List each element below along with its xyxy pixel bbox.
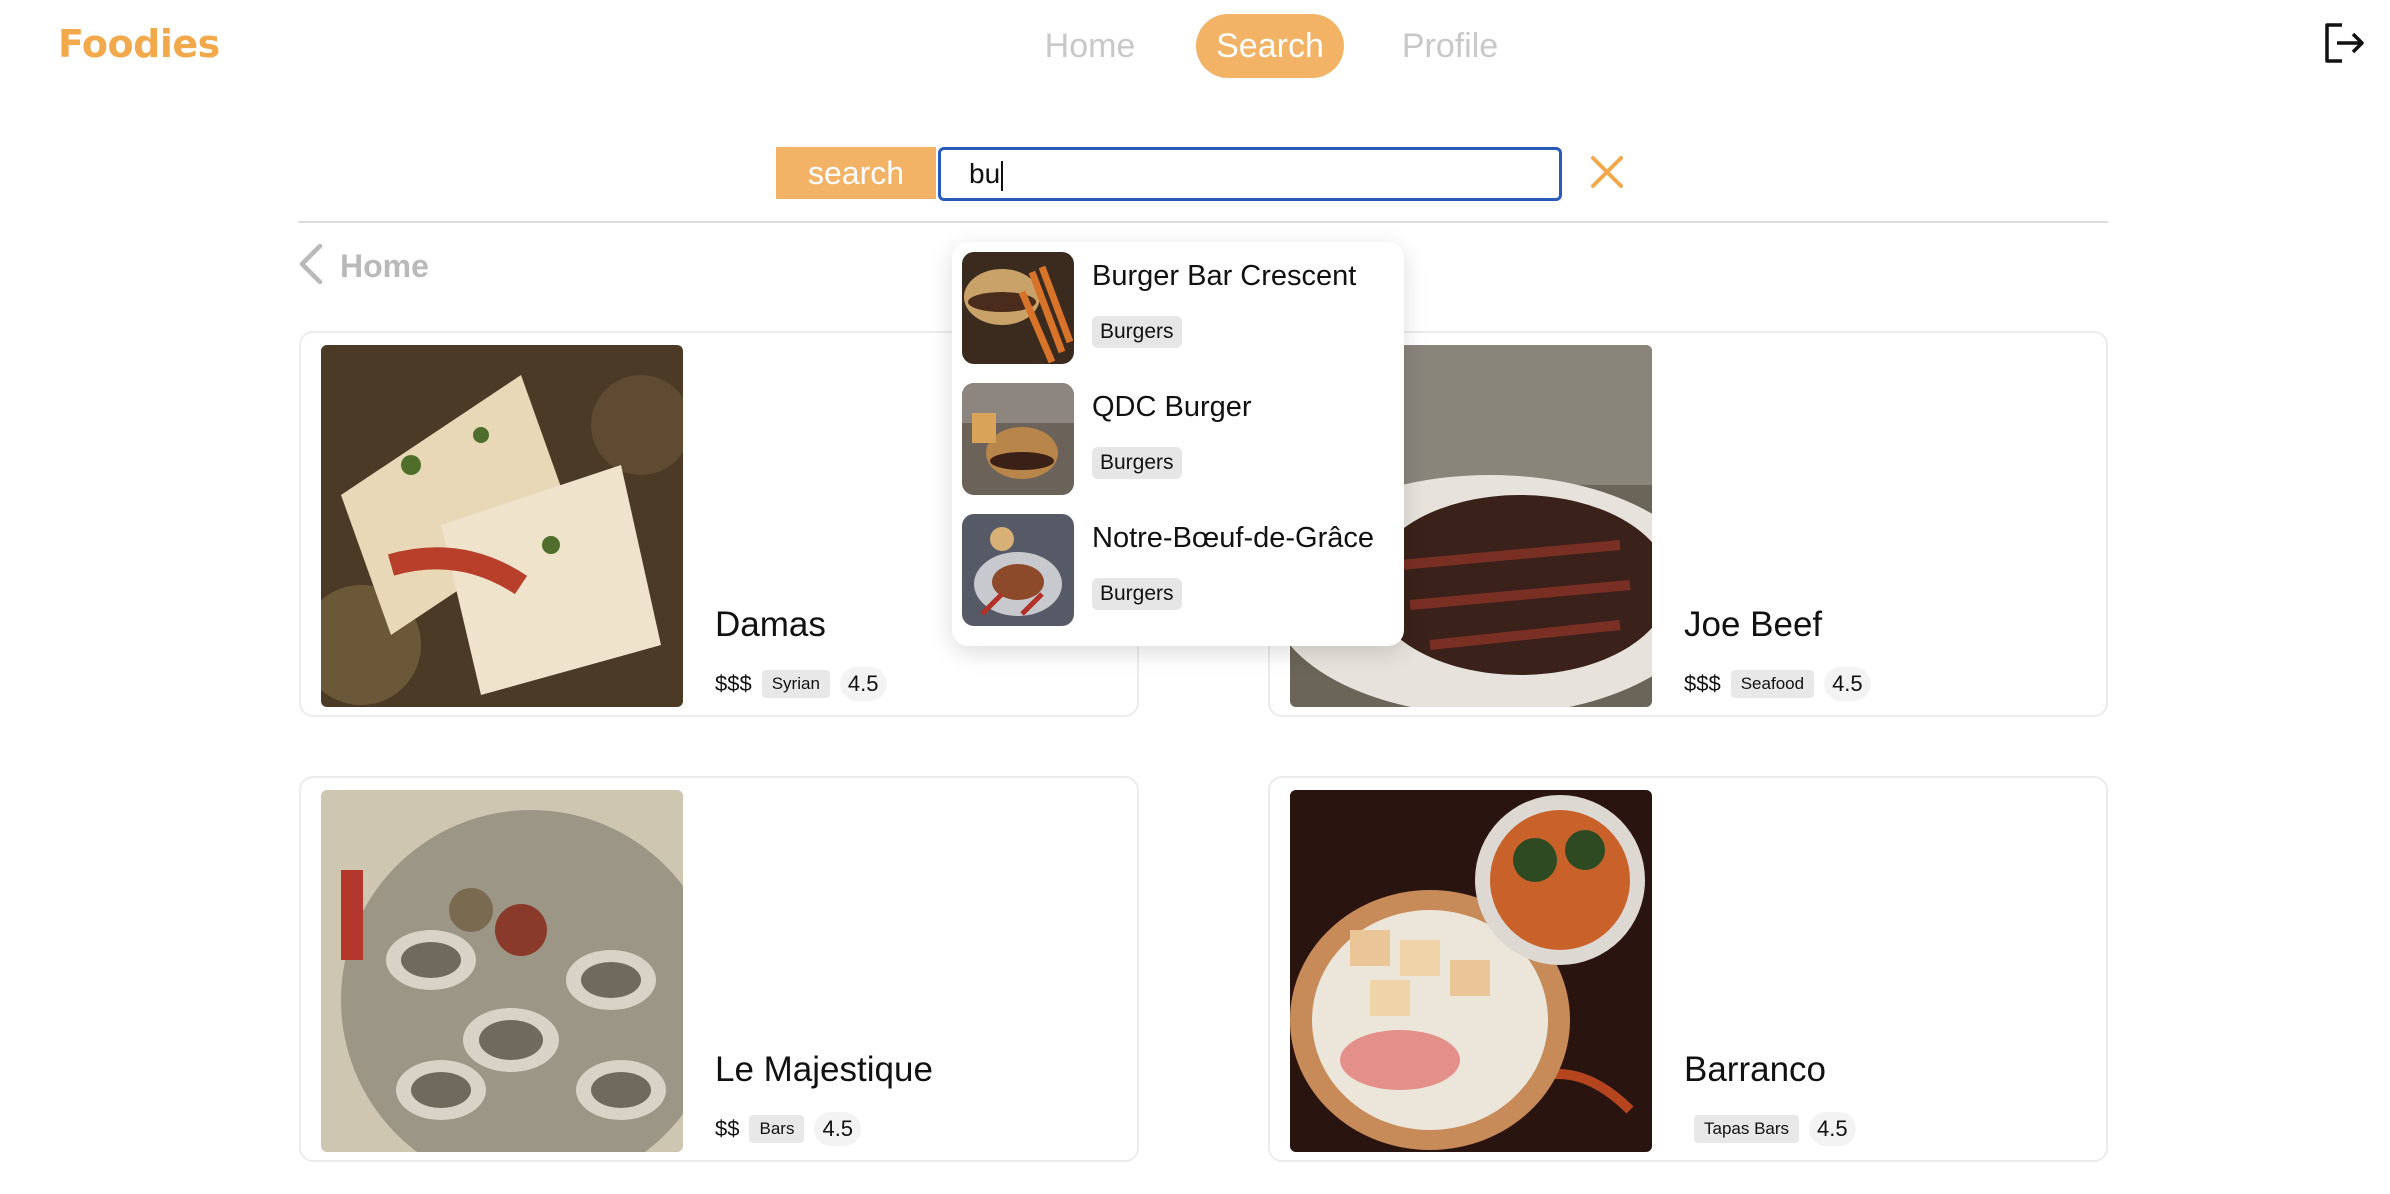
suggestion-name: Burger Bar Crescent xyxy=(1092,260,1357,292)
rating-badge: 4.5 xyxy=(1809,1112,1856,1146)
rating-badge: 4.5 xyxy=(1824,667,1871,701)
restaurant-name: Damas xyxy=(715,605,826,644)
search-button[interactable]: search xyxy=(776,147,936,199)
category-tag: Bars xyxy=(749,1115,805,1143)
category-tag: Syrian xyxy=(761,670,830,698)
suggestion-name: QDC Burger xyxy=(1092,391,1252,423)
restaurant-meta: Tapas Bars 4.5 xyxy=(1694,1112,1856,1146)
nav-home[interactable]: Home xyxy=(1010,14,1170,78)
restaurant-photo xyxy=(321,345,683,707)
restaurant-photo xyxy=(321,790,683,1152)
price-level: $$$ xyxy=(1684,671,1721,696)
suggestion-photo xyxy=(962,252,1074,364)
restaurant-photo xyxy=(1290,790,1652,1152)
search-input[interactable]: bu xyxy=(938,147,1562,201)
suggestion-item[interactable]: Burger Bar Crescent Burgers xyxy=(962,252,1402,364)
suggestion-tag: Burgers xyxy=(1092,578,1182,610)
suggestion-tag: Burgers xyxy=(1092,316,1182,348)
logout-icon[interactable] xyxy=(2320,20,2366,66)
search-suggestions: Burger Bar Crescent Burgers QDC Burger B… xyxy=(952,242,1404,646)
price-level: $$ xyxy=(715,1116,740,1141)
nav-profile[interactable]: Profile xyxy=(1380,14,1520,78)
restaurant-meta: $$$ Syrian 4.5 xyxy=(715,667,887,701)
search-input-value: bu xyxy=(969,158,1001,189)
suggestion-item[interactable]: QDC Burger Burgers xyxy=(962,383,1402,495)
nav-search[interactable]: Search xyxy=(1196,14,1344,78)
category-tag: Tapas Bars xyxy=(1694,1115,1800,1143)
rating-badge: 4.5 xyxy=(814,1112,862,1146)
restaurant-meta: $$$ Seafood 4.5 xyxy=(1684,667,1871,701)
price-level: $$$ xyxy=(715,671,752,696)
chevron-left-icon xyxy=(296,243,324,290)
restaurant-name: Joe Beef xyxy=(1684,605,1823,644)
back-label: Home xyxy=(340,247,429,284)
close-icon[interactable] xyxy=(1588,153,1626,191)
restaurant-name: Barranco xyxy=(1684,1050,1827,1089)
suggestion-tag: Burgers xyxy=(1092,447,1182,479)
top-nav: Home Search Profile xyxy=(0,14,2390,78)
restaurant-meta: $$ Bars 4.5 xyxy=(715,1112,862,1146)
suggestion-photo xyxy=(962,514,1074,626)
back-link[interactable]: Home xyxy=(296,243,429,290)
divider xyxy=(298,221,2108,223)
restaurant-name: Le Majestique xyxy=(715,1050,933,1089)
text-caret xyxy=(1001,160,1004,191)
suggestion-photo xyxy=(962,383,1074,495)
restaurant-card[interactable]: Le Majestique $$ Bars 4.5 xyxy=(299,776,1139,1162)
suggestion-name: Notre-Bœuf-de-Grâce xyxy=(1092,522,1375,554)
restaurant-card[interactable]: Barranco Tapas Bars 4.5 xyxy=(1268,776,2108,1162)
category-tag: Seafood xyxy=(1730,670,1815,698)
suggestion-item[interactable]: Notre-Bœuf-de-Grâce Burgers xyxy=(962,514,1402,626)
rating-badge: 4.5 xyxy=(839,667,887,701)
